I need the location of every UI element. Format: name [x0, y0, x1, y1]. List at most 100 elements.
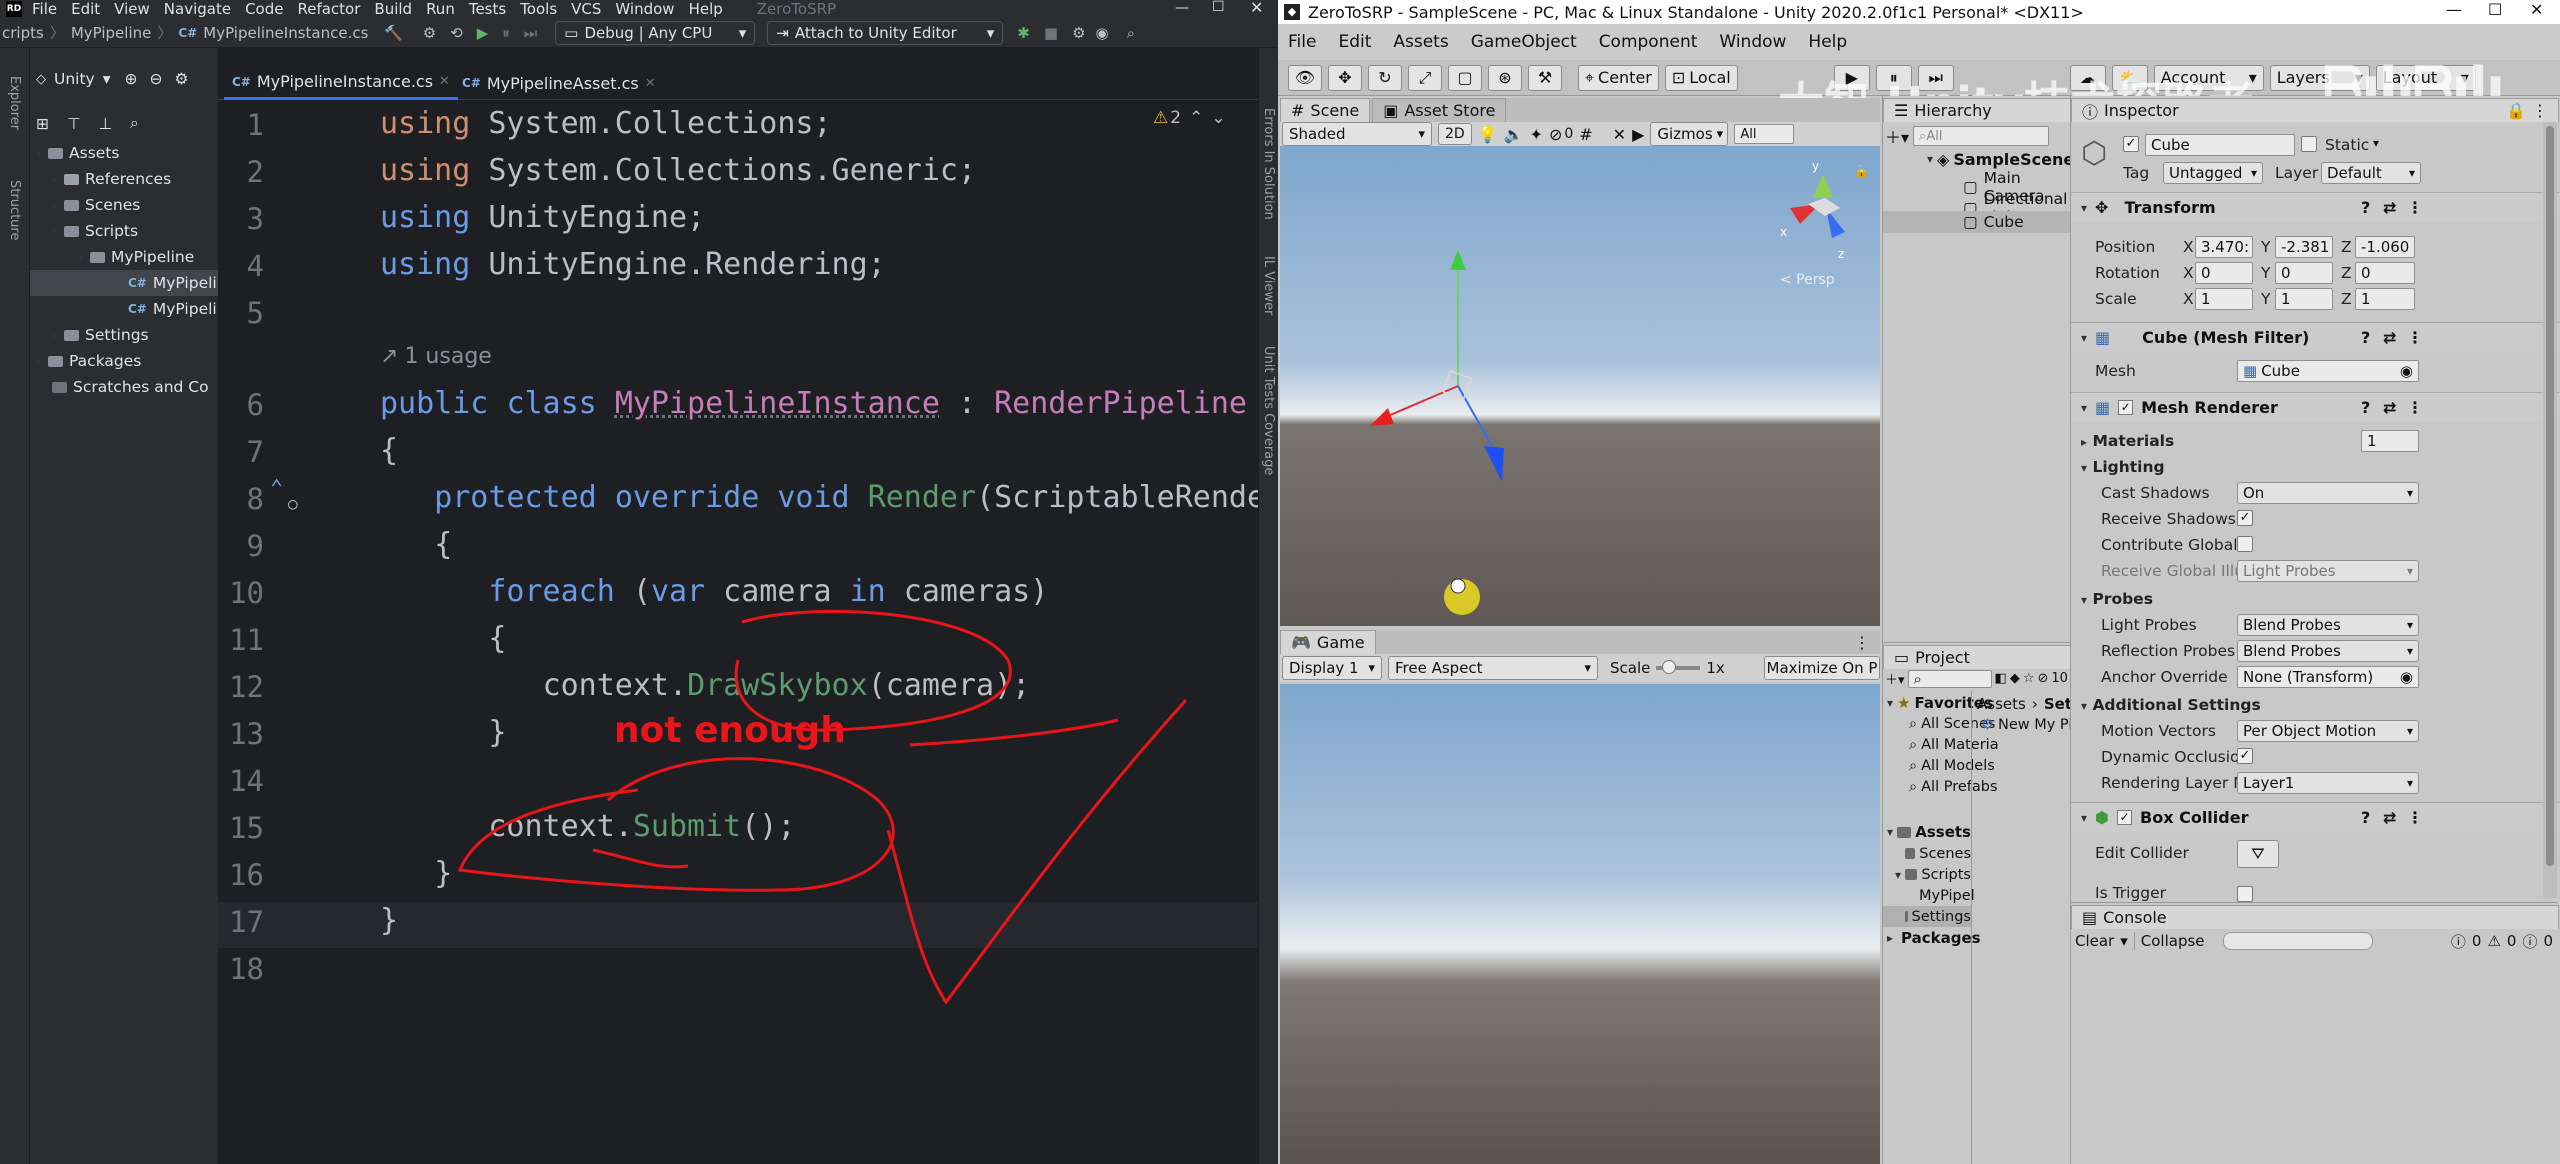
inspection-widget[interactable]: ⚠ 2 ⌃ ⌄: [1153, 108, 1226, 128]
pivot-center-button[interactable]: ⌖ Center: [1578, 64, 1659, 91]
attach-icon[interactable]: ⚙: [423, 24, 436, 42]
search-icon[interactable]: ⌕: [1127, 24, 1135, 42]
materials-foldout[interactable]: ▸ Materials: [2081, 432, 2174, 450]
ide-maximize-button[interactable]: ☐: [1212, 0, 1225, 15]
receive-shadows-checkbox[interactable]: ✓: [2237, 510, 2253, 526]
target-icon[interactable]: ⊕: [125, 70, 138, 88]
position-z-field[interactable]: -1.060: [2355, 236, 2415, 258]
scale-z-field[interactable]: 1: [2355, 288, 2415, 310]
rotation-y-field[interactable]: 0: [2275, 262, 2333, 284]
tab-asset-store[interactable]: ▣ Asset Store: [1372, 98, 1507, 122]
chevron-down-icon[interactable]: ⌄: [1211, 108, 1225, 128]
custom-tool-button[interactable]: ⚒: [1528, 64, 1562, 91]
unity-close-button[interactable]: ✕: [2530, 0, 2543, 19]
unit-tests-tab[interactable]: Unit Tests Coverage: [1261, 346, 1276, 475]
build-hammer-icon[interactable]: 🔨: [384, 24, 403, 42]
chevron-up-icon[interactable]: ⌃: [1189, 108, 1203, 128]
ide-minimize-button[interactable]: —: [1175, 0, 1189, 16]
tab-game[interactable]: 🎮 Game: [1280, 630, 1376, 654]
project-file-item[interactable]: ⚙ New My Pipelin: [1981, 717, 2071, 733]
help-icon[interactable]: ?: [2361, 198, 2370, 217]
ide-menu-window[interactable]: Window: [615, 0, 674, 18]
error-icon[interactable]: ⓘ: [2451, 931, 2466, 952]
game-view[interactable]: [1280, 684, 1880, 1164]
hierarchy-scene-row[interactable]: ▾◈ SampleScene* ⋮: [1927, 148, 2103, 170]
unity-menu-help[interactable]: Help: [1808, 32, 1847, 52]
preset-icon[interactable]: ⇄: [2383, 198, 2396, 217]
close-icon[interactable]: ✕: [439, 74, 450, 89]
il-viewer-tab[interactable]: IL Viewer: [1261, 256, 1276, 315]
tab-scene[interactable]: # Scene: [1280, 98, 1371, 122]
unity-menu-assets[interactable]: Assets: [1393, 32, 1448, 52]
static-checkbox[interactable]: [2301, 136, 2317, 152]
tree-item-all-prefabs[interactable]: ⌕ All Prefabs: [1887, 776, 1998, 797]
preset-icon[interactable]: ⇄: [2383, 398, 2396, 417]
hierarchy-search-input[interactable]: ⌕ All: [1913, 126, 2050, 146]
tree-item-scenes[interactable]: Scenes: [1887, 843, 1971, 864]
position-y-field[interactable]: -2.381: [2275, 236, 2333, 258]
reflection-probes-dropdown[interactable]: Blend Probes: [2237, 640, 2419, 662]
filter-label-icon[interactable]: ◆: [2010, 671, 2020, 686]
visibility-icon[interactable]: ◉: [1096, 24, 1109, 42]
audio-icon[interactable]: 🔈: [1504, 125, 1524, 144]
favorite-icon[interactable]: ☆: [2023, 671, 2035, 686]
pin-up-icon[interactable]: ⊤: [67, 115, 81, 133]
ide-menu-tests[interactable]: Tests: [469, 0, 506, 18]
tree-item-scripts[interactable]: ▾ Scripts: [1887, 864, 1971, 885]
tree-item-favorites[interactable]: ▾ ★ Favorites: [1887, 693, 1993, 713]
preset-icon[interactable]: ⇄: [2383, 808, 2396, 827]
maximize-on-play-toggle[interactable]: Maximize On P: [1764, 656, 1880, 680]
mesh-renderer-enabled-checkbox[interactable]: ✓: [2118, 400, 2134, 415]
tree-item-mypipeline[interactable]: ▾ MyPipeline: [78, 244, 194, 270]
pivot-local-button[interactable]: ⊡ Local: [1664, 64, 1738, 91]
contribute-gi-checkbox[interactable]: [2237, 536, 2253, 552]
slider-handle[interactable]: [1662, 660, 1677, 674]
unity-menu-window[interactable]: Window: [1719, 32, 1786, 52]
light-icon[interactable]: 💡: [1478, 125, 1498, 144]
display-dropdown[interactable]: Display 1: [1282, 656, 1382, 680]
object-picker-icon[interactable]: ◉: [2400, 668, 2413, 686]
tree-item-assets[interactable]: ▾ Assets: [1887, 821, 1971, 843]
usage-hint[interactable]: ↗ 1 usage: [380, 344, 492, 369]
unity-menu-gameobject[interactable]: GameObject: [1471, 32, 1577, 52]
console-search-field[interactable]: [2222, 932, 2373, 950]
additional-settings-foldout[interactable]: ▾ Additional Settings: [2081, 696, 2261, 714]
box-collider-enabled-checkbox[interactable]: ✓: [2117, 810, 2132, 825]
log-icon[interactable]: ⓘ: [2522, 931, 2537, 952]
light-probes-dropdown[interactable]: Blend Probes: [2237, 614, 2419, 636]
add-icon[interactable]: ＋▾: [1885, 669, 1905, 688]
ide-menu-refactor[interactable]: Refactor: [297, 0, 360, 18]
ide-close-button[interactable]: ✕: [1250, 0, 1263, 17]
pin-down-icon[interactable]: ⊥: [99, 115, 113, 133]
tab-inspector[interactable]: ⓘ Inspector 🔒 ⋮: [2071, 98, 2559, 122]
rotate-tool-button[interactable]: ↻: [1368, 64, 1402, 91]
tree-item-settings[interactable]: ▸ Settings: [52, 322, 149, 348]
box-collider-header[interactable]: ▾ ⬢ ✓ Box Collider? ⇄ ⋮: [2071, 802, 2559, 832]
ide-menu-view[interactable]: View: [114, 0, 150, 18]
is-trigger-checkbox[interactable]: [2237, 886, 2253, 902]
tree-item-scratches[interactable]: Scratches and Co: [52, 374, 209, 400]
ide-menu-vcs[interactable]: VCS: [571, 0, 601, 18]
probes-foldout[interactable]: ▾ Probes: [2081, 590, 2153, 608]
console-collapse-button[interactable]: Collapse: [2133, 932, 2205, 950]
more-options-icon[interactable]: ⋮: [1854, 633, 1870, 652]
tree-item-mypipelineasset[interactable]: C# MyPipeli: [128, 296, 217, 322]
tree-item-assets[interactable]: ▾ Assets: [36, 140, 119, 166]
tree-item-all-materials[interactable]: ⌕ All Materia: [1887, 734, 1999, 755]
tag-dropdown[interactable]: Untagged: [2163, 162, 2263, 184]
hand-tool-button[interactable]: 👁: [1288, 64, 1322, 91]
more-options-icon[interactable]: ⋮: [2407, 808, 2423, 827]
tab-mypipelineasset[interactable]: C# MyPipelineAsset.cs ✕: [454, 66, 664, 100]
help-icon[interactable]: ?: [2361, 328, 2370, 347]
hidden-packages-icon[interactable]: ⊘: [2037, 671, 2048, 686]
tree-item-packages[interactable]: ▸ Packages: [1887, 927, 1981, 949]
filter-type-icon[interactable]: ◧: [1995, 671, 2007, 686]
tree-item-all-models[interactable]: ⌕ All Models: [1887, 755, 1995, 776]
visibility-icon[interactable]: ⊘: [1549, 125, 1562, 144]
pause-icon[interactable]: ⏸: [502, 24, 510, 42]
breakpoint-marker-icon[interactable]: ○: [288, 494, 298, 513]
object-active-checkbox[interactable]: ✓: [2123, 136, 2139, 152]
gizmos-dropdown[interactable]: Gizmos: [1650, 122, 1729, 146]
unity-minimize-button[interactable]: —: [2446, 0, 2462, 19]
move-tool-button[interactable]: ✥: [1328, 64, 1362, 91]
